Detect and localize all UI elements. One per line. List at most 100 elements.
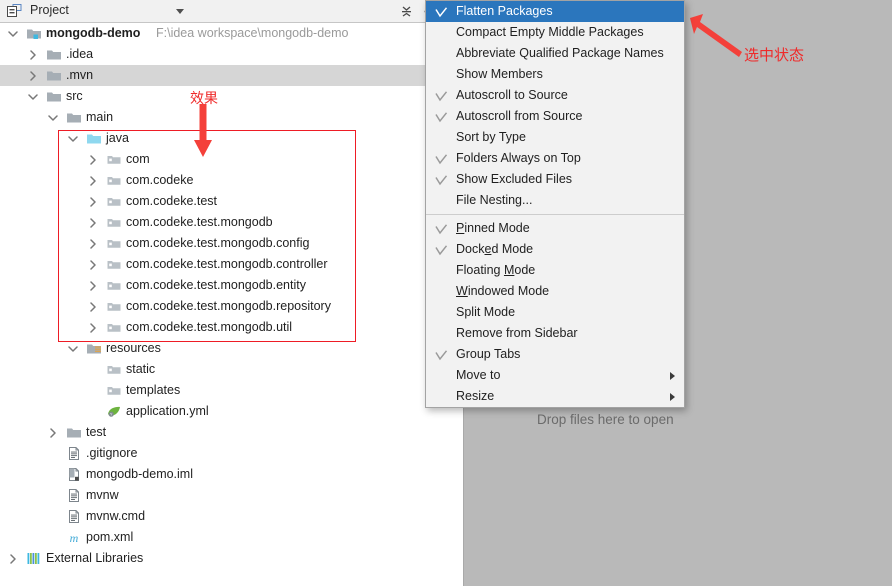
menu-item-abbreviate-qualified-package-names[interactable]: Abbreviate Qualified Package Names: [426, 43, 684, 64]
chevron-right-icon[interactable]: [88, 233, 99, 254]
menu-item-sort-by-type[interactable]: Sort by Type: [426, 127, 684, 148]
menu-item-docked-mode[interactable]: Docked Mode: [426, 239, 684, 260]
tree-row-com[interactable]: com: [0, 149, 463, 170]
chevron-down-icon[interactable]: [28, 86, 39, 107]
collapse-all-icon[interactable]: [398, 3, 415, 20]
tree-twisty-none[interactable]: [48, 443, 59, 464]
check-icon: [435, 239, 448, 260]
chevron-right-icon[interactable]: [48, 422, 59, 443]
tree-row-label: main: [86, 107, 113, 128]
chevron-down-icon[interactable]: [176, 9, 184, 14]
menu-item-pinned-mode[interactable]: Pinned Mode: [426, 218, 684, 239]
project-file-tree[interactable]: mongodb-demoF:\idea workspace\mongodb-de…: [0, 23, 463, 586]
tree-row-java[interactable]: java: [0, 128, 463, 149]
menu-item-label: Move to: [456, 368, 500, 382]
chevron-right-icon[interactable]: [28, 44, 39, 65]
menu-item-label: Split Mode: [456, 305, 515, 319]
tree-row-label: com: [126, 149, 150, 170]
tree-row-package-controller[interactable]: com.codeke.test.mongodb.controller: [0, 254, 463, 275]
tree-twisty-none[interactable]: [48, 527, 59, 548]
chevron-right-icon[interactable]: [88, 149, 99, 170]
chevron-right-icon[interactable]: [88, 275, 99, 296]
chevron-right-icon[interactable]: [8, 548, 19, 569]
menu-item-resize[interactable]: Resize: [426, 386, 684, 407]
tree-twisty-none[interactable]: [48, 506, 59, 527]
tree-row-package-config[interactable]: com.codeke.test.mongodb.config: [0, 233, 463, 254]
tree-row-static[interactable]: static: [0, 359, 463, 380]
tree-row-label: com.codeke.test.mongodb: [126, 212, 273, 233]
menu-item-compact-empty-middle-packages[interactable]: Compact Empty Middle Packages: [426, 22, 684, 43]
menu-item-show-excluded-files[interactable]: Show Excluded Files: [426, 169, 684, 190]
menu-item-flatten-packages[interactable]: Flatten Packages: [426, 1, 684, 22]
tree-row-label: com.codeke.test.mongodb.entity: [126, 275, 306, 296]
menu-item-show-members[interactable]: Show Members: [426, 64, 684, 85]
check-icon: [435, 106, 448, 127]
tree-twisty-none[interactable]: [88, 380, 99, 401]
tree-row-com-codeke-test-mongodb[interactable]: com.codeke.test.mongodb: [0, 212, 463, 233]
menu-item-label: Floating Mode: [456, 263, 535, 277]
tree-row-mongodb-demo[interactable]: mongodb-demoF:\idea workspace\mongodb-de…: [0, 23, 463, 44]
resource-root-icon: [86, 341, 102, 356]
tree-row-iml[interactable]: mongodb-demo.iml: [0, 464, 463, 485]
check-icon: [435, 344, 448, 365]
package-icon: [106, 215, 122, 230]
tree-twisty-none[interactable]: [88, 359, 99, 380]
tree-twisty-none[interactable]: [88, 401, 99, 422]
tree-twisty-none[interactable]: [48, 464, 59, 485]
tree-row-resources[interactable]: resources: [0, 338, 463, 359]
tree-row-pom-xml[interactable]: mpom.xml: [0, 527, 463, 548]
folder-icon: [46, 47, 62, 62]
chevron-down-icon[interactable]: [68, 338, 79, 359]
tree-row-gitignore[interactable]: .gitignore: [0, 443, 463, 464]
chevron-right-icon[interactable]: [88, 212, 99, 233]
menu-item-group-tabs[interactable]: Group Tabs: [426, 344, 684, 365]
menu-item-autoscroll-from-source[interactable]: Autoscroll from Source: [426, 106, 684, 127]
menu-item-windowed-mode[interactable]: Windowed Mode: [426, 281, 684, 302]
tree-row-test[interactable]: test: [0, 422, 463, 443]
tree-row-idea[interactable]: .idea: [0, 44, 463, 65]
tree-row-mvnw[interactable]: mvnw: [0, 485, 463, 506]
menu-item-split-mode[interactable]: Split Mode: [426, 302, 684, 323]
package-icon: [106, 236, 122, 251]
tree-row-external-libraries[interactable]: External Libraries: [0, 548, 463, 569]
tree-row-label: com.codeke.test: [126, 191, 217, 212]
chevron-right-icon[interactable]: [88, 191, 99, 212]
tree-row-package-repository[interactable]: com.codeke.test.mongodb.repository: [0, 296, 463, 317]
menu-item-label: Folders Always on Top: [456, 151, 581, 165]
chevron-right-icon[interactable]: [88, 170, 99, 191]
chevron-down-icon[interactable]: [48, 107, 59, 128]
menu-item-autoscroll-to-source[interactable]: Autoscroll to Source: [426, 85, 684, 106]
menu-item-floating-mode[interactable]: Floating Mode: [426, 260, 684, 281]
tree-row-application-yml[interactable]: Yapplication.yml: [0, 401, 463, 422]
menu-item-folders-always-on-top[interactable]: Folders Always on Top: [426, 148, 684, 169]
chevron-down-icon[interactable]: [8, 23, 19, 44]
tree-row-mvn[interactable]: .mvn: [0, 65, 463, 86]
package-icon: [106, 257, 122, 272]
tree-row-package-entity[interactable]: com.codeke.test.mongodb.entity: [0, 275, 463, 296]
view-options-context-menu[interactable]: Flatten PackagesCompact Empty Middle Pac…: [425, 0, 685, 408]
tree-row-mvnw-cmd[interactable]: mvnw.cmd: [0, 506, 463, 527]
tree-twisty-none[interactable]: [48, 485, 59, 506]
chevron-down-icon[interactable]: [68, 128, 79, 149]
menu-item-label: Pinned Mode: [456, 221, 530, 235]
chevron-right-icon[interactable]: [88, 317, 99, 338]
package-icon: [106, 152, 122, 167]
package-icon: [106, 194, 122, 209]
menu-item-remove-from-sidebar[interactable]: Remove from Sidebar: [426, 323, 684, 344]
chevron-right-icon[interactable]: [88, 254, 99, 275]
tree-row-package-util[interactable]: com.codeke.test.mongodb.util: [0, 317, 463, 338]
tree-row-label: mvnw: [86, 485, 119, 506]
tree-row-src[interactable]: src: [0, 86, 463, 107]
chevron-right-icon[interactable]: [88, 296, 99, 317]
check-icon: [435, 85, 448, 106]
menu-item-move-to[interactable]: Move to: [426, 365, 684, 386]
menu-item-file-nesting[interactable]: File Nesting...: [426, 190, 684, 211]
tree-row-main[interactable]: main: [0, 107, 463, 128]
check-icon: [435, 148, 448, 169]
tree-row-com-codeke-test[interactable]: com.codeke.test: [0, 191, 463, 212]
menu-item-label: Show Excluded Files: [456, 172, 572, 186]
tree-row-com-codeke[interactable]: com.codeke: [0, 170, 463, 191]
tree-row-templates[interactable]: templates: [0, 380, 463, 401]
menu-item-label: Abbreviate Qualified Package Names: [456, 46, 664, 60]
chevron-right-icon[interactable]: [28, 65, 39, 86]
